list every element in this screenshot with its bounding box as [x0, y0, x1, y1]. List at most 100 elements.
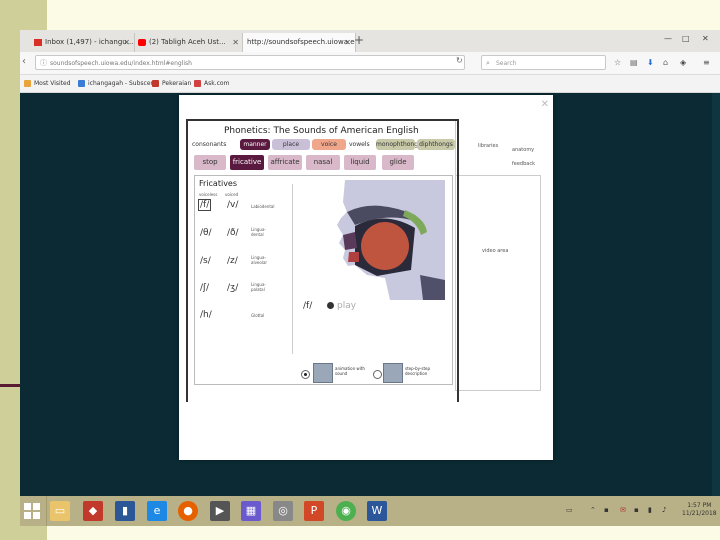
reload-icon[interactable]: ↻ [456, 56, 463, 65]
tab-glide[interactable]: glide [382, 155, 414, 170]
word-icon[interactable]: W [367, 501, 387, 521]
tab-inbox[interactable]: Inbox (1,497) - ichangu... ✕ [30, 33, 135, 52]
nav-monophthongs[interactable]: monophthongs [376, 139, 421, 150]
option-animation-label: animation with sound [335, 366, 365, 376]
radio-step-by-step[interactable] [373, 370, 382, 379]
symbol-eth[interactable]: /ð/ [227, 228, 239, 238]
navigation-bar: ‹ ⓘ soundsofspeech.uiowa.edu/index.html#… [20, 52, 720, 75]
app-title: Phonetics: The Sounds of American Englis… [224, 126, 419, 136]
close-icon[interactable]: ✕ [123, 33, 130, 52]
video-panel: video area [455, 175, 541, 391]
menu-icon[interactable]: ≡ [703, 58, 710, 67]
minimize-icon[interactable]: — [664, 34, 672, 43]
tab-nasal[interactable]: nasal [306, 155, 340, 170]
tab-youtube[interactable]: (2) Tabligh Aceh Ust... ✕ [134, 33, 244, 52]
home-icon[interactable]: ⌂ [663, 58, 668, 67]
symbol-v[interactable]: /v/ [227, 200, 238, 210]
windows-start-icon[interactable] [24, 503, 40, 519]
place-label: Glottal [251, 313, 265, 318]
phonetics-modal: ✕ libraries anatomy feedback video area … [179, 95, 553, 460]
radio-animation[interactable] [301, 370, 310, 379]
tab-label: http://soundsofspeech.uiowa.edu/... [247, 38, 355, 46]
search-icon: ⌕ [486, 59, 490, 67]
app-icon[interactable]: ◎ [273, 501, 293, 521]
store-icon[interactable]: ◆ [83, 501, 103, 521]
symbol-theta[interactable]: /θ/ [200, 228, 212, 238]
internet-explorer-icon[interactable]: e [147, 501, 167, 521]
link-libraries[interactable]: libraries [478, 143, 498, 149]
tray-keyboard-icon[interactable]: ▭ [566, 506, 573, 514]
taskbar-separator [46, 496, 47, 526]
screenshot-frame: Inbox (1,497) - ichangu... ✕ (2) Tabligh … [20, 30, 720, 526]
page-scrollbar[interactable] [712, 93, 720, 496]
bookmark-subscene[interactable]: ichangagah - Subscene [78, 75, 158, 92]
tab-label: Inbox (1,497) - ichangu... [45, 38, 134, 46]
tab-fricative[interactable]: fricative [230, 155, 264, 170]
notebook-icon[interactable]: ▮ [115, 501, 135, 521]
current-symbol: /f/ [303, 301, 313, 311]
tray-chevron-icon[interactable]: ⌃ [590, 506, 596, 514]
search-input[interactable]: ⌕ Search [481, 55, 606, 70]
nav-manner[interactable]: manner [240, 139, 270, 150]
link-anatomy[interactable]: anatomy [512, 147, 534, 153]
nav-consonants[interactable]: consonants [192, 141, 226, 148]
tab-phonetics[interactable]: http://soundsofspeech.uiowa.edu/...✕ [242, 33, 356, 52]
fricatives-panel: Fricatives voiceless voiced /f/ /v/ Labi… [194, 175, 453, 385]
url-text: soundsofspeech.uiowa.edu/index.html#engl… [50, 60, 192, 67]
taskbar-clock[interactable]: 1:57 PM 11/21/2018 [682, 502, 717, 518]
nav-voice[interactable]: voice [312, 139, 346, 150]
clock-date: 11/21/2018 [682, 510, 717, 517]
new-tab-button[interactable]: + [354, 33, 364, 47]
powerpoint-icon[interactable]: P [304, 501, 324, 521]
tray-app-icon[interactable]: ▪ [634, 506, 639, 514]
nav-vowels[interactable]: vowels [349, 141, 370, 148]
close-icon[interactable]: ✕ [541, 99, 549, 110]
search-placeholder: Search [496, 60, 517, 67]
star-icon[interactable]: ☆ [614, 58, 621, 67]
voiceless-header: voiceless [199, 192, 218, 197]
bookmark-most-visited[interactable]: Most Visited [24, 75, 71, 92]
symbol-esh[interactable]: /ʃ/ [200, 283, 209, 293]
tab-affricate[interactable]: affricate [268, 155, 302, 170]
url-bar[interactable]: ⓘ soundsofspeech.uiowa.edu/index.html#en… [35, 55, 465, 70]
nav-place[interactable]: place [272, 139, 310, 150]
tab-liquid[interactable]: liquid [344, 155, 376, 170]
symbol-z[interactable]: /z/ [227, 256, 238, 266]
bookmark-icon [152, 80, 159, 87]
maximize-icon[interactable]: □ [682, 34, 690, 43]
bookmark-pekeraian[interactable]: Pekeraian [152, 75, 191, 92]
pocket-icon[interactable]: ◈ [680, 58, 686, 67]
play-button[interactable]: play [327, 301, 356, 311]
nav-diphthongs[interactable]: diphthongs [417, 139, 455, 150]
place-label: Lingua-alveolar [251, 255, 268, 265]
tray-mail-icon[interactable]: ✉ [620, 506, 626, 514]
close-icon[interactable]: ✕ [344, 33, 351, 52]
tray-network-icon[interactable]: ▪ [604, 506, 609, 514]
reading-list-icon[interactable]: ▤ [630, 58, 638, 67]
close-icon[interactable]: ✕ [232, 33, 239, 52]
tray-battery-icon[interactable]: ▮ [648, 506, 652, 514]
divider [292, 184, 293, 354]
bookmark-ask[interactable]: Ask.com [194, 75, 229, 92]
tab-label: (2) Tabligh Aceh Ust... [149, 38, 226, 46]
back-icon[interactable]: ‹ [22, 56, 26, 67]
symbol-s[interactable]: /s/ [200, 256, 211, 266]
download-icon[interactable]: ⬇ [647, 58, 654, 67]
tab-stop[interactable]: stop [194, 155, 226, 170]
file-explorer-icon[interactable]: ▭ [50, 501, 70, 521]
slide-accent-line [0, 384, 22, 387]
firefox-icon[interactable]: ● [178, 501, 198, 521]
place-label: Lingua-dental [251, 227, 266, 237]
link-feedback[interactable]: feedback [512, 161, 535, 167]
place-label: Lingua-palatal [251, 282, 266, 292]
symbol-h[interactable]: /h/ [200, 310, 212, 320]
gmail-icon [34, 38, 42, 46]
symbol-f[interactable]: /f/ [198, 199, 212, 211]
tray-volume-icon[interactable]: ♪ [662, 506, 666, 514]
calendar-icon[interactable]: ▦ [241, 501, 261, 521]
close-window-icon[interactable]: ✕ [702, 34, 709, 43]
media-player-icon[interactable]: ▶ [210, 501, 230, 521]
option-step-label: step-by-step description [405, 366, 431, 376]
chrome-icon[interactable]: ◉ [336, 501, 356, 521]
symbol-ezh[interactable]: /ʒ/ [227, 283, 238, 293]
